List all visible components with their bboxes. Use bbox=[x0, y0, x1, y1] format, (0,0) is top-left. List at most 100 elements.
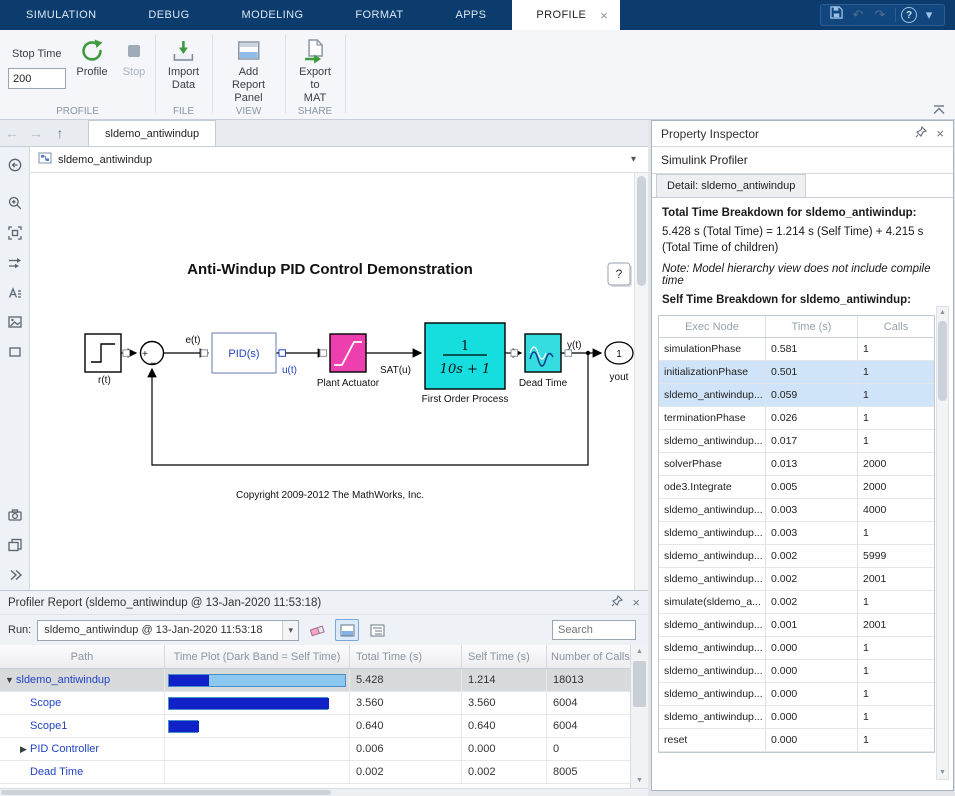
up-to-parent-button[interactable]: ↑ bbox=[48, 125, 72, 141]
chevron-down-icon[interactable]: ▾ bbox=[631, 154, 640, 165]
path-link[interactable]: sldemo_antiwindup bbox=[16, 674, 110, 686]
scroll-down-icon[interactable]: ▼ bbox=[937, 767, 948, 779]
exec-node-row[interactable]: sldemo_antiwindup... 0.000 1 bbox=[659, 660, 934, 684]
menu-tab[interactable]: SIMULATION bbox=[0, 0, 122, 30]
inspector-scrollbar[interactable]: ▲ ▼ bbox=[936, 306, 949, 780]
close-icon[interactable]: × bbox=[632, 596, 640, 609]
expander-icon[interactable]: ▼ bbox=[3, 675, 16, 685]
fit-to-view-icon[interactable] bbox=[3, 221, 27, 245]
scrollbar-thumb[interactable] bbox=[938, 321, 947, 401]
column-header-calls[interactable]: Calls bbox=[858, 316, 934, 337]
expand-palette-icon[interactable] bbox=[3, 563, 27, 587]
dock-navigate-icon[interactable] bbox=[3, 153, 27, 177]
search-input[interactable] bbox=[552, 620, 636, 640]
expander-icon[interactable]: ▶ bbox=[17, 744, 30, 755]
plant-actuator-block[interactable] bbox=[329, 333, 367, 373]
exec-node-row[interactable]: simulate(sldemo_a... 0.002 1 bbox=[659, 591, 934, 615]
exec-node-row[interactable]: sldemo_antiwindup... 0.003 4000 bbox=[659, 499, 934, 523]
profile-button[interactable]: Profile bbox=[70, 36, 114, 79]
table-row[interactable]: Scope 3.560 3.560 6004 bbox=[0, 692, 630, 715]
exec-node-row[interactable]: sldemo_antiwindup... 0.000 1 bbox=[659, 637, 934, 661]
image-icon[interactable] bbox=[3, 310, 27, 334]
column-header-self-time[interactable]: Self Time (s) bbox=[462, 645, 547, 668]
column-header-time[interactable]: Time (s) bbox=[766, 316, 858, 338]
table-row[interactable]: ▼ sldemo_antiwindup 5.428 1.214 18013 bbox=[0, 669, 630, 692]
report-hscrollbar[interactable] bbox=[0, 788, 648, 796]
outport-yout-block[interactable]: 1 bbox=[604, 341, 634, 365]
chevron-down-icon[interactable]: ▾ bbox=[919, 5, 939, 25]
scrollbar-thumb[interactable] bbox=[633, 661, 646, 707]
path-link[interactable]: Dead Time bbox=[30, 766, 83, 778]
column-header-path[interactable]: Path bbox=[0, 645, 165, 668]
exec-node-row[interactable]: ode3.Integrate 0.005 2000 bbox=[659, 476, 934, 500]
column-header-exec-node[interactable]: Exec Node bbox=[659, 316, 766, 338]
close-icon[interactable]: × bbox=[600, 8, 608, 23]
exec-node-row[interactable]: sldemo_antiwindup... 0.017 1 bbox=[659, 430, 934, 454]
canvas-scrollbar[interactable] bbox=[634, 173, 648, 590]
exec-node-row[interactable]: sldemo_antiwindup... 0.000 1 bbox=[659, 706, 934, 730]
exec-node-row[interactable]: sldemo_antiwindup... 0.002 2001 bbox=[659, 568, 934, 592]
area-box-icon[interactable] bbox=[3, 340, 27, 364]
column-header-number-of-calls[interactable]: Number of Calls bbox=[547, 645, 630, 668]
column-header-time-plot[interactable]: Time Plot (Dark Band = Self Time) bbox=[165, 645, 350, 668]
exec-node-row[interactable]: sldemo_antiwindup... 0.002 5999 bbox=[659, 545, 934, 569]
path-link[interactable]: Scope1 bbox=[30, 720, 67, 732]
add-report-panel-button[interactable]: Add Report Panel bbox=[230, 36, 267, 105]
scroll-down-icon[interactable]: ▼ bbox=[631, 774, 648, 788]
exec-node-row[interactable]: reset 0.000 1 bbox=[659, 729, 934, 753]
run-selector[interactable]: sldemo_antiwindup @ 13-Jan-2020 11:53:18… bbox=[37, 619, 300, 641]
sum-block[interactable]: + − bbox=[139, 340, 165, 370]
exec-node-row[interactable]: sldemo_antiwindup... 0.059 1 bbox=[659, 384, 934, 408]
copy-view-icon[interactable] bbox=[3, 533, 27, 557]
forward-button[interactable]: → bbox=[24, 125, 48, 141]
column-header-total-time[interactable]: Total Time (s) bbox=[350, 645, 462, 668]
table-row[interactable]: Dead Time 0.002 0.002 8005 bbox=[0, 761, 630, 784]
exec-node-row[interactable]: sldemo_antiwindup... 0.001 2001 bbox=[659, 614, 934, 638]
close-icon[interactable]: × bbox=[936, 127, 944, 140]
exec-node-row[interactable]: sldemo_antiwindup... 0.000 1 bbox=[659, 683, 934, 707]
route-signals-icon[interactable] bbox=[3, 251, 27, 275]
help-button[interactable]: ? bbox=[607, 262, 632, 287]
pin-icon[interactable] bbox=[611, 594, 624, 610]
menu-tab[interactable]: MODELING bbox=[216, 0, 330, 30]
tab-profile[interactable]: PROFILE × bbox=[512, 0, 621, 30]
chevron-down-icon[interactable]: ▾ bbox=[282, 620, 299, 640]
dead-time-block[interactable] bbox=[524, 333, 562, 373]
exec-node-row[interactable]: terminationPhase 0.026 1 bbox=[659, 407, 934, 431]
scrollbar-thumb[interactable] bbox=[1, 790, 331, 795]
annotation-icon[interactable] bbox=[3, 281, 27, 305]
save-icon[interactable] bbox=[826, 5, 846, 25]
scroll-up-icon[interactable]: ▲ bbox=[937, 307, 948, 319]
pin-icon[interactable] bbox=[915, 125, 928, 141]
breadcrumb[interactable]: sldemo_antiwindup bbox=[58, 154, 152, 166]
menu-tab[interactable]: FORMAT bbox=[329, 0, 429, 30]
tab-detail[interactable]: Detail: sldemo_antiwindup bbox=[656, 174, 807, 197]
collapse-ribbon-button[interactable] bbox=[931, 104, 947, 116]
highlight-block-toggle[interactable] bbox=[335, 619, 360, 641]
zoom-icon[interactable] bbox=[3, 191, 27, 215]
menu-tab[interactable]: DEBUG bbox=[122, 0, 215, 30]
redo-icon[interactable]: ↷ bbox=[870, 5, 890, 25]
report-scrollbar[interactable]: ▲ ▼ bbox=[630, 645, 648, 788]
clear-results-button[interactable] bbox=[305, 619, 329, 641]
exec-node-row[interactable]: simulationPhase 0.581 1 bbox=[659, 338, 934, 362]
menu-tab[interactable]: APPS bbox=[429, 0, 512, 30]
help-icon[interactable]: ? bbox=[901, 7, 917, 23]
pid-controller-block[interactable]: PID(s) bbox=[211, 332, 277, 374]
first-order-process-block[interactable]: 1 10s + 1 bbox=[424, 322, 506, 390]
scrollbar-thumb[interactable] bbox=[637, 176, 646, 286]
path-link[interactable]: PID Controller bbox=[30, 743, 99, 755]
path-link[interactable]: Scope bbox=[30, 697, 61, 709]
model-document-tab[interactable]: sldemo_antiwindup bbox=[88, 120, 217, 146]
stop-time-input[interactable] bbox=[8, 68, 66, 89]
back-button[interactable]: ← bbox=[0, 125, 24, 141]
undo-icon[interactable]: ↶ bbox=[848, 5, 868, 25]
export-to-mat-button[interactable]: Export to MAT bbox=[299, 36, 331, 105]
exec-node-row[interactable]: initializationPhase 0.501 1 bbox=[659, 361, 934, 385]
table-row[interactable]: Scope1 0.640 0.640 6004 bbox=[0, 715, 630, 738]
expand-tree-toggle[interactable] bbox=[365, 619, 389, 641]
step-block[interactable] bbox=[84, 333, 122, 373]
stop-button[interactable]: Stop bbox=[116, 36, 152, 79]
scroll-up-icon[interactable]: ▲ bbox=[631, 645, 648, 659]
exec-node-row[interactable]: sldemo_antiwindup... 0.003 1 bbox=[659, 522, 934, 546]
